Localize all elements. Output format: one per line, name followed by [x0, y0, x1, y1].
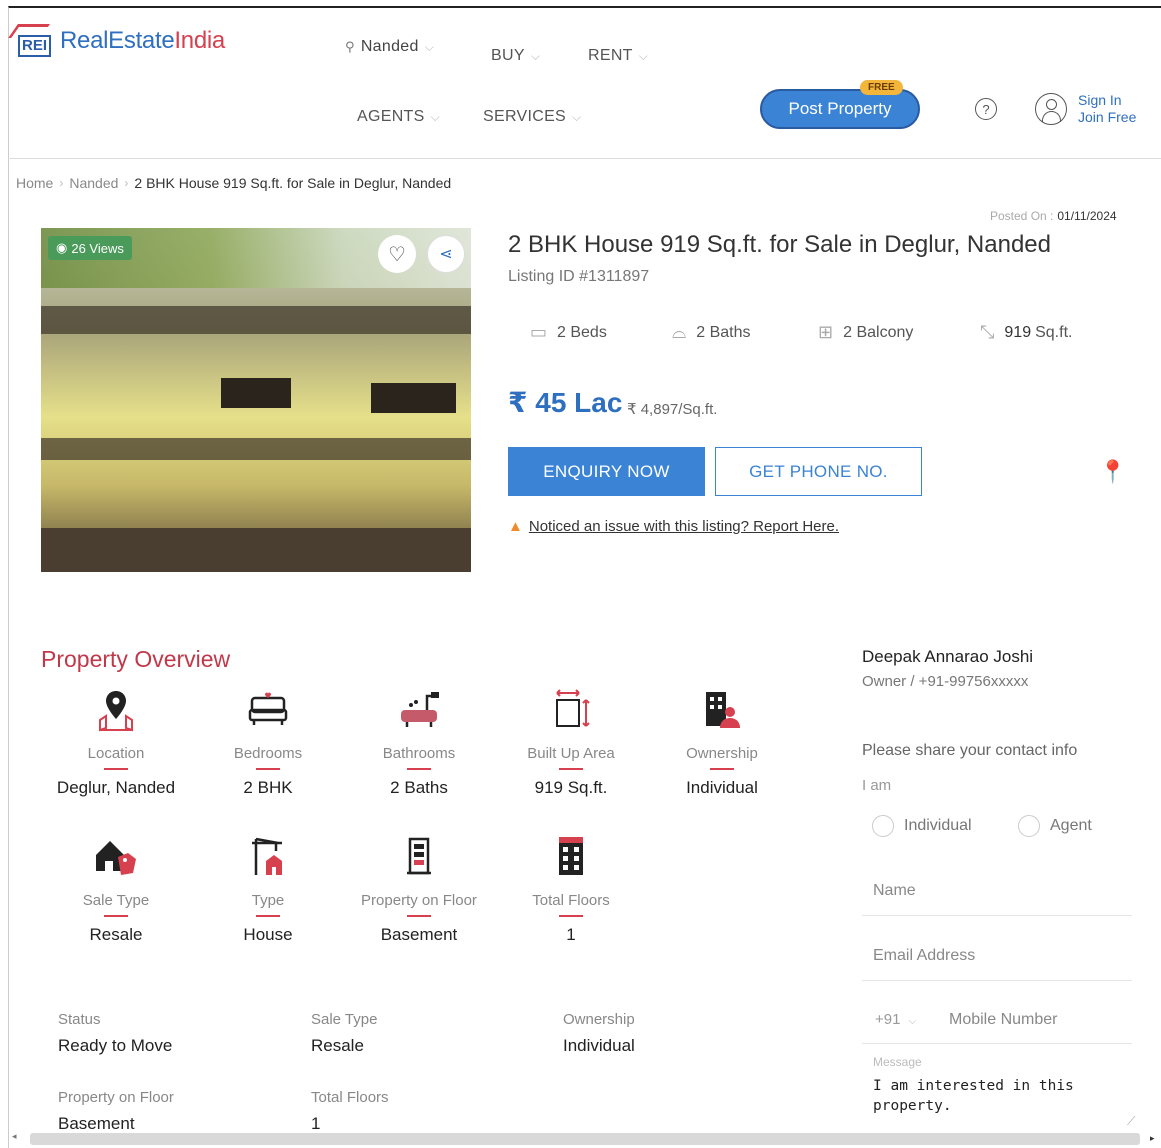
report-listing[interactable]: ▲ Noticed an issue with this listing? Re…	[508, 518, 839, 535]
free-badge: FREE	[860, 80, 903, 95]
logo-house-icon: REI	[8, 24, 52, 58]
country-code-select[interactable]: +91 ⌵	[875, 1011, 916, 1028]
chevron-down-icon: ⌵	[638, 48, 649, 63]
breadcrumb-city[interactable]: Nanded	[69, 175, 118, 191]
i-am-label: I am	[862, 777, 892, 794]
price: ₹ 45 Lac	[508, 387, 623, 418]
join-free-link[interactable]: Join Free	[1078, 109, 1136, 126]
nav-services[interactable]: SERVICES ⌵	[483, 108, 581, 126]
breadcrumb-current: 2 BHK House 919 Sq.ft. for Sale in Deglu…	[134, 175, 452, 191]
detail-sale-type: Sale Type Resale	[311, 1011, 378, 1055]
overview-bathrooms: Bathrooms 2 Baths	[343, 685, 495, 798]
name-input-underline	[862, 915, 1132, 916]
area-icon	[495, 685, 647, 735]
horizontal-scrollbar[interactable]	[30, 1133, 1140, 1145]
nav-rent[interactable]: RENT ⌵	[588, 47, 648, 65]
detail-property-on-floor: Property on Floor Basement	[58, 1089, 174, 1133]
chevron-right-icon: ›	[59, 176, 64, 190]
message-textarea[interactable]: I am interested in this property.	[873, 1076, 1123, 1116]
spec-balcony: ⊞ 2 Balcony	[818, 322, 914, 342]
overview-bedrooms: Bedrooms 2 BHK	[192, 685, 344, 798]
overview-ownership: Ownership Individual	[646, 685, 798, 798]
warning-icon: ▲	[508, 518, 523, 535]
radio-individual[interactable]: Individual	[872, 815, 972, 837]
sale-tag-icon	[40, 832, 192, 882]
email-input-underline	[862, 980, 1132, 981]
contact-prompt: Please share your contact info	[862, 742, 1078, 759]
scroll-right-icon[interactable]: ▸	[1150, 1133, 1155, 1144]
building-icon	[495, 832, 647, 882]
house-type-icon	[192, 832, 344, 882]
overview-built-up-area: Built Up Area 919 Sq.ft.	[495, 685, 647, 798]
name-input[interactable]: Name	[873, 882, 916, 900]
overview-sale-type: Sale Type Resale	[40, 832, 192, 945]
resize-handle-icon[interactable]: ⟋	[1127, 1114, 1135, 1129]
spec-area: ⤡ 919 Sq.ft.	[980, 322, 1073, 342]
account-links: Sign In Join Free	[1078, 92, 1136, 126]
bed-icon	[192, 685, 344, 735]
detail-total-floors: Total Floors 1	[311, 1089, 389, 1133]
nav-buy[interactable]: BUY ⌵	[491, 47, 540, 65]
owner-icon	[646, 685, 798, 735]
chevron-down-icon: ⌵	[430, 109, 440, 124]
chevron-down-icon: ⌵	[908, 1016, 917, 1027]
chevron-right-icon: ›	[124, 176, 129, 190]
overview-property-on-floor: Property on Floor Basement	[343, 832, 495, 945]
chevron-down-icon: ⌵	[572, 109, 582, 124]
spec-beds: ▭ 2 Beds	[530, 322, 607, 342]
scroll-left-icon[interactable]: ◂	[12, 1131, 17, 1142]
balcony-icon: ⊞	[818, 322, 834, 342]
listing-title: 2 BHK House 919 Sq.ft. for Sale in Deglu…	[508, 231, 1051, 258]
logo-wordmark: RealEstateIndia	[60, 27, 225, 54]
breadcrumb-home[interactable]: Home	[16, 175, 53, 191]
bathtub-icon	[343, 685, 495, 735]
mobile-input[interactable]: Mobile Number	[949, 1011, 1057, 1029]
header-divider	[8, 158, 1161, 159]
map-pin-icon[interactable]: 📍	[1099, 459, 1126, 485]
breadcrumb: Home › Nanded › 2 BHK House 919 Sq.ft. f…	[16, 175, 451, 191]
city-selector[interactable]: ⚲ Nanded ⌵	[345, 38, 434, 56]
site-logo[interactable]: REI RealEstateIndia	[8, 24, 225, 58]
detail-ownership: Ownership Individual	[563, 1011, 635, 1055]
user-icon[interactable]	[1035, 93, 1067, 125]
sign-in-link[interactable]: Sign In	[1078, 92, 1136, 109]
radio-agent[interactable]: Agent	[1018, 815, 1092, 837]
expand-icon: ⤡	[980, 322, 995, 342]
radio-circle[interactable]	[1018, 815, 1040, 837]
eye-icon: ◉	[56, 240, 68, 255]
location-icon	[40, 685, 192, 735]
overview-type: Type House	[192, 832, 344, 945]
radio-circle[interactable]	[872, 815, 894, 837]
share-icon[interactable]: ⋖	[427, 235, 465, 273]
chevron-down-icon: ⌵	[424, 39, 435, 54]
bed-icon: ▭	[530, 322, 548, 342]
bathtub-icon: ⌓	[672, 322, 687, 342]
post-property-button[interactable]: Post Property	[760, 89, 920, 129]
overview-total-floors: Total Floors 1	[495, 832, 647, 945]
mobile-input-underline	[862, 1043, 1132, 1044]
property-photo[interactable]	[41, 228, 471, 572]
posted-date: Posted On :01/11/2024	[990, 209, 1117, 223]
get-phone-button[interactable]: GET PHONE NO.	[715, 447, 922, 496]
help-icon[interactable]: ?	[975, 98, 997, 120]
chevron-down-icon: ⌵	[530, 48, 541, 63]
message-label: Message	[873, 1055, 922, 1069]
overview-location: Location Deglur, Nanded	[40, 685, 192, 798]
detail-status: Status Ready to Move	[58, 1011, 173, 1055]
floor-icon	[343, 832, 495, 882]
map-pin-icon: ⚲	[345, 39, 355, 54]
email-input[interactable]: Email Address	[873, 947, 975, 965]
favorite-heart-icon[interactable]: ♡	[378, 235, 416, 273]
overview-title: Property Overview	[41, 646, 231, 672]
price-per-sqft: ₹ 4,897/Sq.ft.	[627, 401, 718, 418]
owner-name: Deepak Annarao Joshi	[862, 647, 1034, 666]
nav-agents[interactable]: AGENTS ⌵	[357, 108, 440, 126]
spec-baths: ⌓ 2 Baths	[672, 322, 751, 342]
listing-id: Listing ID #1311897	[508, 268, 650, 285]
owner-info: Owner / +91-99756xxxxx	[862, 673, 1029, 690]
city-label: Nanded	[360, 38, 419, 55]
views-badge: ◉ 26 Views	[48, 236, 132, 260]
enquiry-now-button[interactable]: ENQUIRY NOW	[508, 447, 705, 496]
